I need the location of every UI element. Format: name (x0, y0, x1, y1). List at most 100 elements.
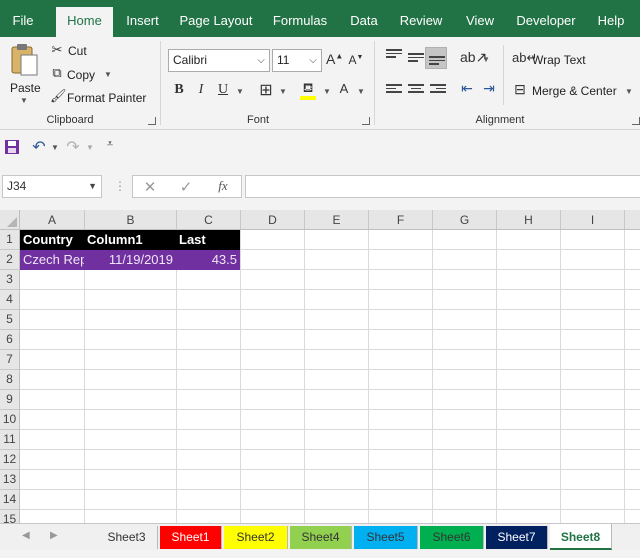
name-box[interactable]: J34 ▼ (2, 175, 102, 198)
column-header-i[interactable]: I (561, 210, 625, 230)
tab-developer[interactable]: Developer (513, 0, 579, 37)
cell-a2[interactable]: Czech Rep (20, 250, 84, 270)
row-header[interactable]: 9 (0, 390, 20, 410)
cell-c2[interactable]: 43.5 (176, 250, 240, 270)
dialog-launcher-icon[interactable] (362, 117, 370, 125)
insert-function-button[interactable]: fx (215, 178, 231, 194)
cancel-icon[interactable]: ✕ (143, 178, 157, 196)
row-header[interactable]: 7 (0, 350, 20, 370)
wrap-text-icon: ab↵ (512, 50, 538, 65)
column-header-f[interactable]: F (369, 210, 433, 230)
sheet-tab-bar: ◀ ▶ Sheet3 Sheet1 Sheet2 Sheet4 Sheet5 Sheet6… (0, 523, 640, 550)
save-icon[interactable] (4, 139, 20, 155)
sheet-tab-sheet2[interactable]: Sheet2 (224, 526, 288, 549)
scroll-right-icon[interactable]: ▶ (50, 530, 58, 541)
font-size-select[interactable]: 11 ⌵ (272, 49, 322, 72)
gridline (20, 489, 640, 490)
merge-center-button[interactable]: ⊟ Merge & Center ▼ (512, 81, 638, 101)
column-header-g[interactable]: G (433, 210, 497, 230)
font-color-button[interactable]: A (336, 80, 356, 100)
alignment-group-label: Alignment (475, 114, 525, 126)
sheet-tab-sheet8[interactable]: Sheet8 (550, 524, 612, 550)
undo-icon[interactable]: ↶ (30, 137, 48, 157)
align-right-icon[interactable] (430, 84, 446, 96)
row-header[interactable]: 8 (0, 370, 20, 390)
row-header[interactable]: 5 (0, 310, 20, 330)
tab-view[interactable]: View (460, 0, 500, 37)
gridline (20, 369, 640, 370)
tab-file[interactable]: File (0, 0, 46, 37)
formula-input[interactable] (245, 175, 640, 198)
sheet-tab-sheet3[interactable]: Sheet3 (96, 526, 158, 549)
font-name-value: Calibri (173, 53, 208, 67)
column-header-d[interactable]: D (241, 210, 305, 230)
paste-button[interactable]: Paste ▼ (4, 41, 42, 109)
cut-button[interactable]: ✂ Cut (48, 42, 108, 60)
ribbon: Paste ▼ ✂ Cut ⧉ Copy ▼ 🖌 Format Painter … (0, 37, 640, 130)
bold-button[interactable]: B (172, 82, 186, 98)
column-header-b[interactable]: B (85, 210, 177, 230)
align-left-icon[interactable] (386, 84, 402, 96)
tab-insert[interactable]: Insert (120, 0, 165, 37)
row-header[interactable]: 2 (0, 250, 20, 270)
cell-b1[interactable]: Column1 (84, 230, 176, 250)
customize-toolbar-icon[interactable]: ⩡ (103, 138, 117, 151)
gridline (624, 230, 625, 523)
chevron-down-icon[interactable]: ▼ (86, 143, 94, 152)
tab-review[interactable]: Review (396, 0, 446, 37)
column-header-a[interactable]: A (20, 210, 85, 230)
gridline (20, 389, 640, 390)
format-painter-button[interactable]: 🖌 Format Painter (48, 88, 148, 106)
select-all-button[interactable] (0, 210, 20, 230)
row-header[interactable]: 6 (0, 330, 20, 350)
row-header[interactable]: 13 (0, 470, 20, 490)
borders-icon[interactable]: ⊞ (258, 80, 274, 100)
row-header[interactable]: 14 (0, 490, 20, 510)
underline-button[interactable]: U (216, 82, 230, 98)
tab-data[interactable]: Data (344, 0, 384, 37)
ribbon-tab-bar: File Home Insert Page Layout Formulas Da… (0, 0, 640, 37)
row-header[interactable]: 1 (0, 230, 20, 250)
italic-button[interactable]: I (194, 82, 208, 98)
cell-b2[interactable]: 11/19/2019 (84, 250, 176, 270)
row-header[interactable]: 3 (0, 270, 20, 290)
sheet-tab-sheet6[interactable]: Sheet6 (420, 526, 484, 549)
scroll-left-icon[interactable]: ◀ (22, 530, 30, 541)
top-align-icon[interactable] (386, 49, 402, 61)
orientation-icon[interactable]: ab↗ (460, 49, 487, 66)
decrease-indent-icon[interactable]: ⇤ (458, 80, 476, 97)
row-header[interactable]: 4 (0, 290, 20, 310)
sheet-tab-sheet5[interactable]: Sheet5 (354, 526, 418, 549)
shrink-font-button[interactable]: A▼ (348, 53, 364, 67)
row-header[interactable]: 15 (0, 510, 20, 523)
increase-indent-icon[interactable]: ⇥ (480, 80, 498, 97)
column-header-h[interactable]: H (497, 210, 561, 230)
sheet-tab-sheet1[interactable]: Sheet1 (160, 526, 222, 549)
cell-c1[interactable]: Last (176, 230, 240, 250)
grow-font-button[interactable]: A▲ (326, 51, 343, 67)
sheet-tab-sheet7[interactable]: Sheet7 (486, 526, 548, 549)
row-header[interactable]: 12 (0, 450, 20, 470)
tab-home[interactable]: Home (56, 7, 113, 37)
font-name-select[interactable]: Calibri ⌵ (168, 49, 270, 72)
dialog-launcher-icon[interactable] (148, 117, 156, 125)
row-header[interactable]: 11 (0, 430, 20, 450)
row-header[interactable]: 10 (0, 410, 20, 430)
chevron-down-icon[interactable]: ▼ (51, 143, 59, 152)
dialog-launcher-icon[interactable] (632, 117, 640, 125)
cell-a1[interactable]: Country (20, 230, 84, 250)
tab-formulas[interactable]: Formulas (268, 0, 332, 37)
align-center-icon[interactable] (408, 84, 424, 96)
redo-icon[interactable]: ↷ (64, 137, 82, 157)
wrap-text-button[interactable]: ab↵ Wrap Text (512, 50, 622, 70)
middle-align-icon[interactable] (408, 53, 424, 65)
fill-color-button[interactable]: ⛾ (298, 80, 322, 100)
tab-page-layout[interactable]: Page Layout (176, 0, 256, 37)
column-header-e[interactable]: E (305, 210, 369, 230)
tab-help[interactable]: Help (592, 0, 630, 37)
enter-icon[interactable]: ✓ (179, 178, 193, 196)
column-header-partial[interactable] (625, 210, 640, 230)
sheet-tab-sheet4[interactable]: Sheet4 (290, 526, 352, 549)
copy-button[interactable]: ⧉ Copy ▼ (48, 65, 116, 83)
column-header-c[interactable]: C (177, 210, 241, 230)
